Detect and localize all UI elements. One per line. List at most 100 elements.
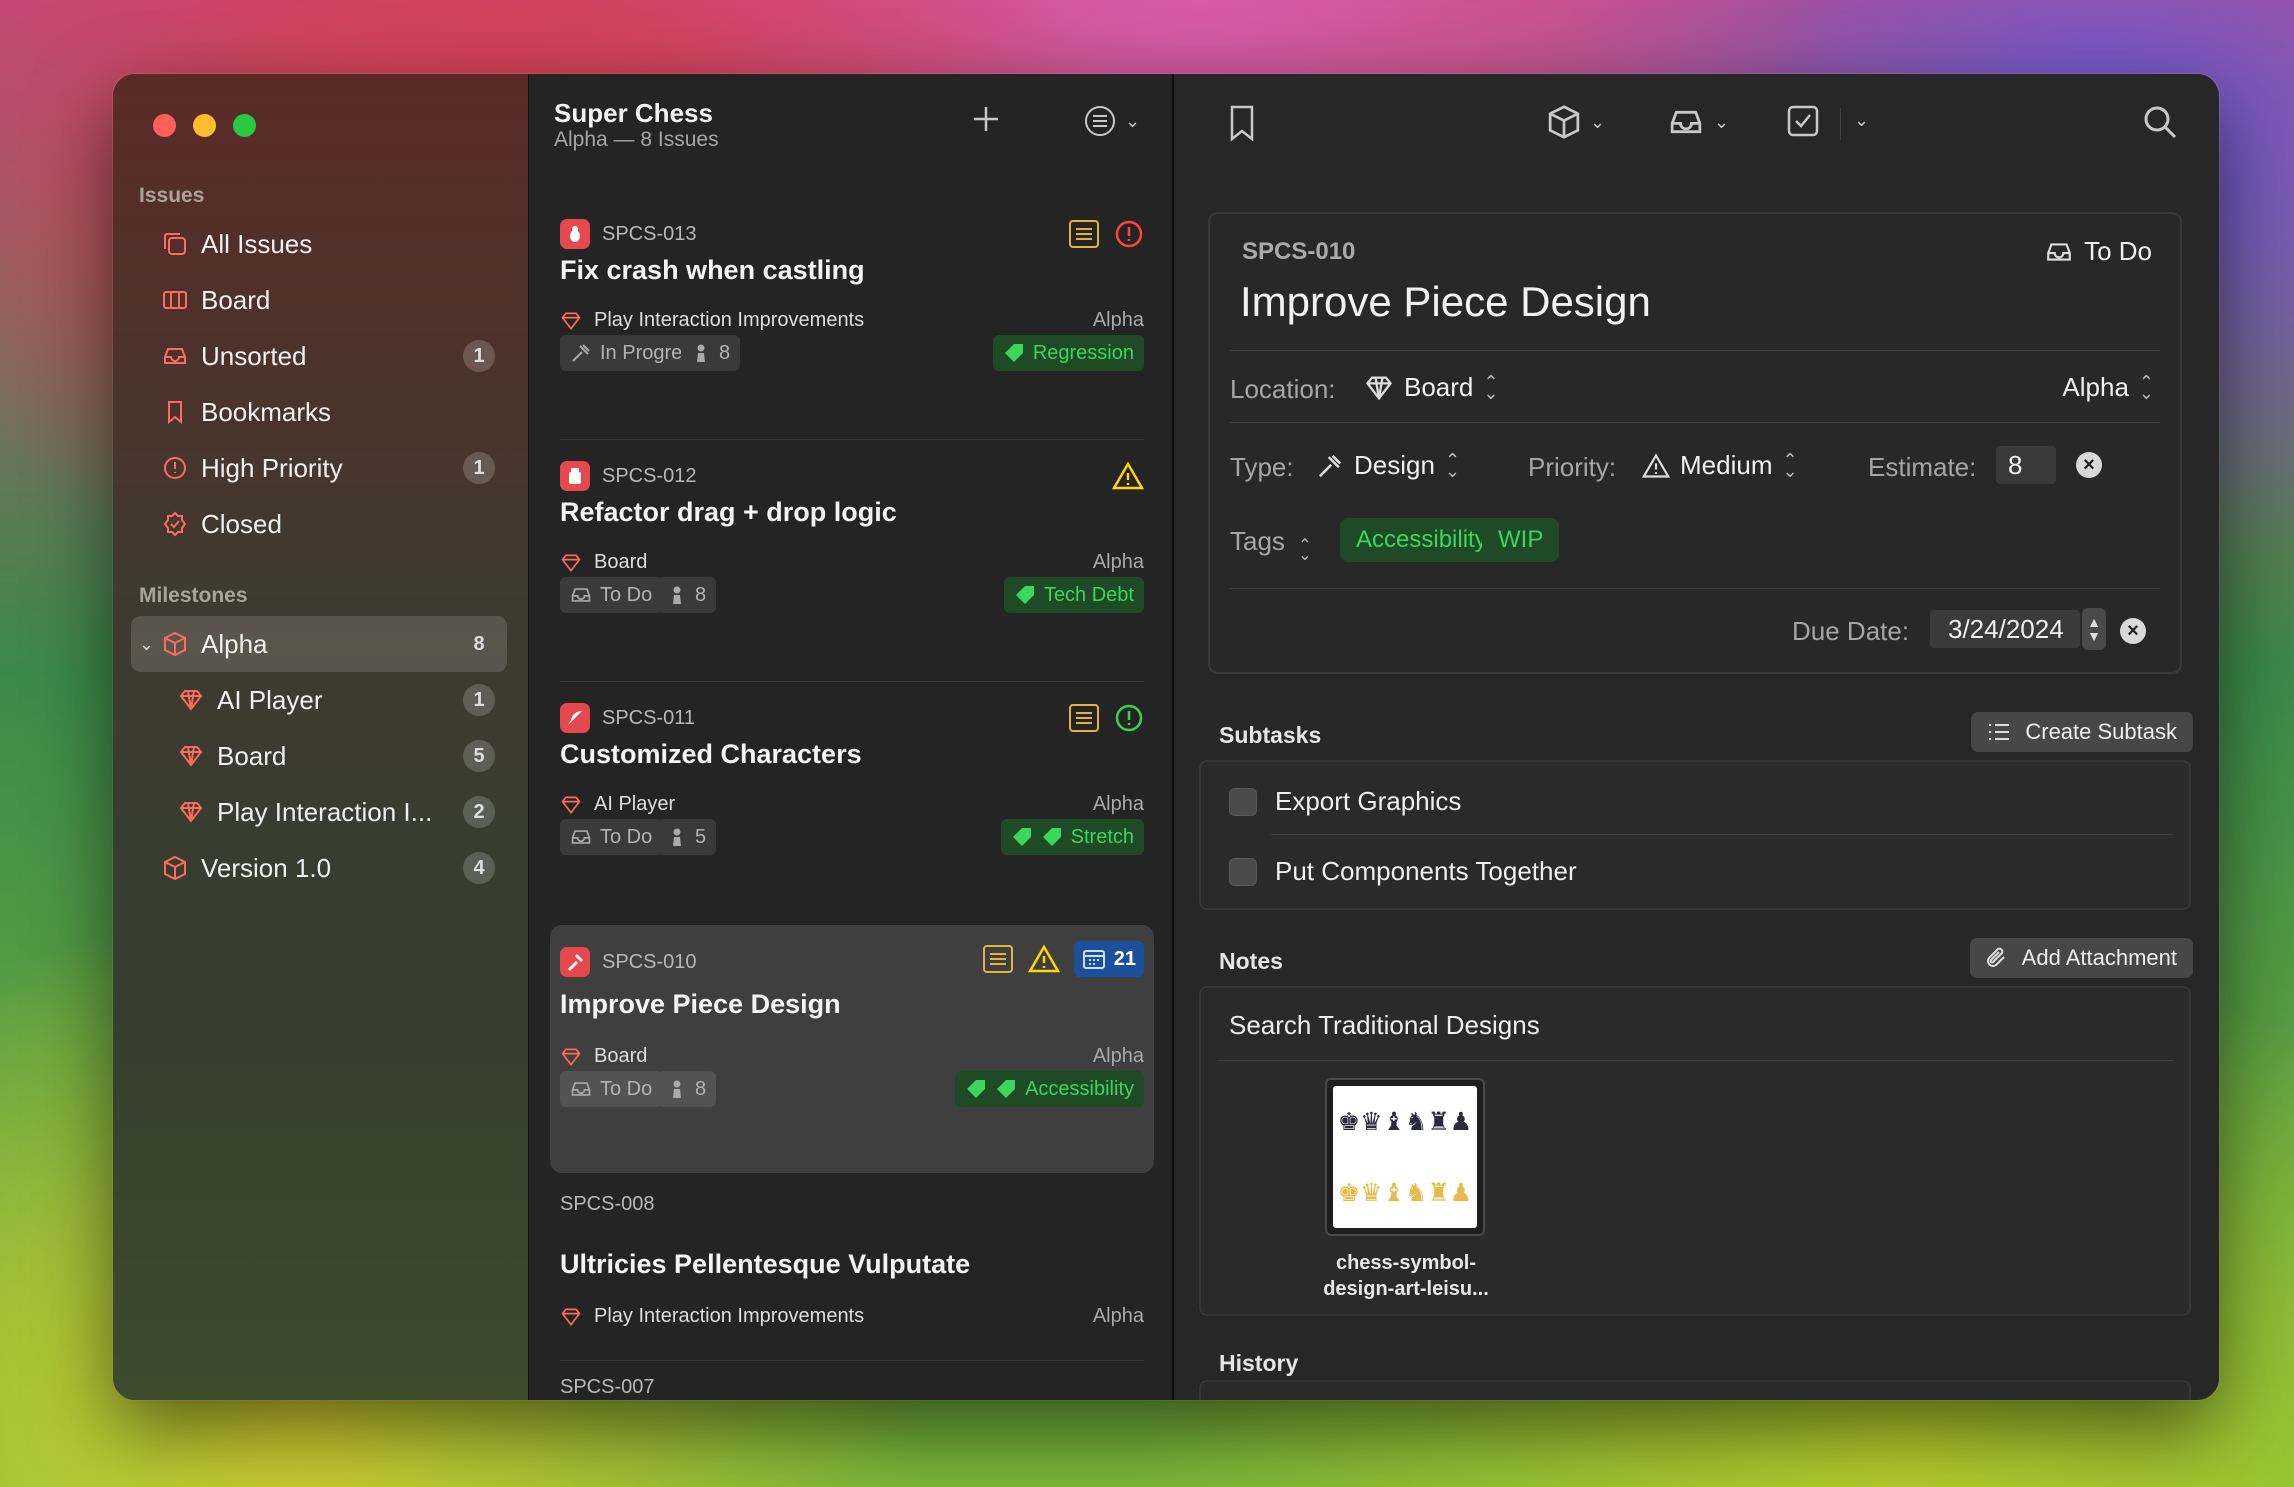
clear-due-date-button[interactable]: × [2120,618,2146,644]
checkmark-seal-icon [161,510,189,538]
issue-release: Alpha [1092,1305,1144,1327]
sidebar-item-high-priority[interactable]: High Priority 1 [131,440,507,496]
list-item[interactable]: SPCS-012 Refactor drag + drop logic Boar… [550,441,1154,676]
divider [1230,588,2160,589]
board-count-badge: 5 [463,740,495,772]
add-issue-button[interactable] [969,102,1003,136]
divider [1230,350,2160,351]
subtask-checkbox[interactable] [1229,787,1257,816]
issue-id-text: SPCS-011 [602,706,696,729]
tag-wip[interactable]: WIP [1482,518,1560,562]
issue-release: Alpha [1092,551,1144,573]
sidebar-item-all-issues[interactable]: All Issues [131,216,507,272]
complete-button[interactable] [1786,104,1820,138]
minimize-window-button[interactable] [193,114,216,137]
sidebar-item-alpha[interactable]: ⌄ Alpha 8 [131,616,507,672]
date-stepper[interactable]: ▲ ▼ [2082,608,2106,650]
close-window-button[interactable] [153,114,176,137]
list-item[interactable]: SPCS-013 Fix crash when castling Play In… [550,199,1154,434]
tags-label[interactable]: Tags ⌃ ⌄ [1230,526,1312,563]
tray-icon [571,588,591,602]
location-popup[interactable]: Board ⌃ ⌄ [1364,372,1498,403]
create-subtask-button[interactable]: Create Subtask [1971,712,2193,752]
list-icon [1989,724,2010,740]
milestones-section-header: Milestones [139,584,248,607]
attachment-name-line-2: design-art-leisu... [1323,1278,1489,1300]
tag-text: Regression [1032,341,1134,364]
sort-menu-button[interactable]: ⌄ [1083,104,1140,138]
status-button[interactable]: To Do [2044,236,2152,267]
list-item[interactable]: SPCS-011 Customized Characters AI Player… [550,683,1154,918]
sidebar-item-board[interactable]: Board [131,272,507,328]
tag-accessibility[interactable]: Accessibility [1340,518,1503,562]
type-popup[interactable]: Design ⌃ ⌄ [1316,450,1460,481]
estimate-field[interactable]: 8 [1996,446,2056,484]
list-item[interactable]: SPCS-007 [550,1366,1154,1400]
estimate-chip: 8 [657,577,717,613]
divider [560,439,1144,440]
sidebar-item-bookmarks[interactable]: Bookmarks [131,384,507,440]
window-controls [153,114,256,137]
sidebar-item-label: Unsorted [201,340,307,371]
sidebar-item-board-milestone[interactable]: Board 5 [131,728,507,784]
warning-triangle-icon [1112,461,1144,490]
chess-pawn-icon [673,586,681,604]
zoom-window-button[interactable] [233,114,256,137]
milestones-nav: ⌄ Alpha 8 AI Player 1 Board 5 Play Inter… [131,616,507,896]
status-text: To Do [600,583,653,606]
sidebar-item-version-1[interactable]: Version 1.0 4 [131,840,507,896]
search-button[interactable] [2142,104,2178,140]
issue-id: SPCS-012 [560,461,697,491]
sidebar-item-unsorted[interactable]: Unsorted 1 [131,328,507,384]
attachment-name[interactable]: chess-symbol- design-art-leisu... [1291,1250,1521,1302]
status-menu-button[interactable]: ⌄ [1666,104,1729,140]
subtask-row[interactable]: Put Components Together [1229,856,1577,887]
sidebar-item-closed[interactable]: Closed [131,496,507,552]
estimate-label: Estimate: [1868,452,1977,482]
sidebar-item-label: All Issues [201,228,313,259]
diamond-icon [177,742,205,770]
add-attachment-label: Add Attachment [2021,945,2177,970]
notes-panel[interactable]: Search Traditional Designs ♚♛♝♞♜♟ ♚♛♝♞♜♟… [1199,986,2191,1316]
issue-id: SPCS-007 [560,1376,655,1399]
alpha-count: 8 [473,632,485,655]
issue-milestone: Board [560,1045,647,1068]
tag-text: Tech Debt [1043,583,1134,606]
bookmark-button[interactable] [1228,104,1256,142]
milestone-text: Play Interaction Improvements [594,1305,865,1327]
chess-pawn-icon [673,1080,681,1098]
issue-title: Fix crash when castling [560,255,865,285]
sidebar-item-ai-player[interactable]: AI Player 1 [131,672,507,728]
more-menu-button[interactable]: ⌄ [1854,110,1869,131]
tag-icon [1004,344,1023,362]
issue-id-text: SPCS-013 [602,222,697,245]
priority-popup[interactable]: Medium ⌃ ⌄ [1642,450,1798,481]
cube-icon [161,854,189,882]
diamond-icon [561,554,581,572]
status-chip: To Do [560,819,663,855]
add-attachment-button[interactable]: Add Attachment [1969,938,2193,978]
due-days-text: 21 [1113,947,1136,970]
issue-title-field[interactable]: Improve Piece Design [1240,278,1651,326]
bug-icon [560,219,590,249]
milestone-menu-button[interactable]: ⌄ [1546,104,1605,140]
list-item[interactable]: SPCS-008 Ultricies Pellentesque Vulputat… [550,1179,1154,1359]
attachment-thumbnail[interactable]: ♚♛♝♞♜♟ ♚♛♝♞♜♟ [1325,1078,1485,1236]
diamond-icon [561,312,581,330]
subtasks-panel: Export Graphics Put Components Together [1199,760,2191,910]
chess-pieces-image: ♚♛♝♞♜♟ ♚♛♝♞♜♟ [1333,1086,1477,1228]
search-icon [2144,106,2177,139]
bookmark-icon [161,398,189,426]
release-popup[interactable]: Alpha ⌃ ⌄ [2062,372,2154,403]
due-date-field[interactable]: 3/24/2024 [1930,610,2080,648]
subtask-row[interactable]: Export Graphics [1229,786,1461,817]
subtask-checkbox[interactable] [1229,857,1257,886]
issue-id: SPCS-011 [560,703,695,733]
priority-value: Medium [1680,450,1773,480]
chevron-down-icon[interactable]: ⌄ [139,634,154,655]
issue-header-card: SPCS-010 To Do Improve Piece Design Loca… [1208,212,2182,674]
sidebar-item-play-interaction[interactable]: Play Interaction I... 2 [131,784,507,840]
list-item-selected[interactable]: SPCS-010 21 Improve Piece Design Board A… [550,925,1154,1173]
project-title: Super Chess [554,98,713,128]
clear-estimate-button[interactable]: × [2076,452,2102,478]
